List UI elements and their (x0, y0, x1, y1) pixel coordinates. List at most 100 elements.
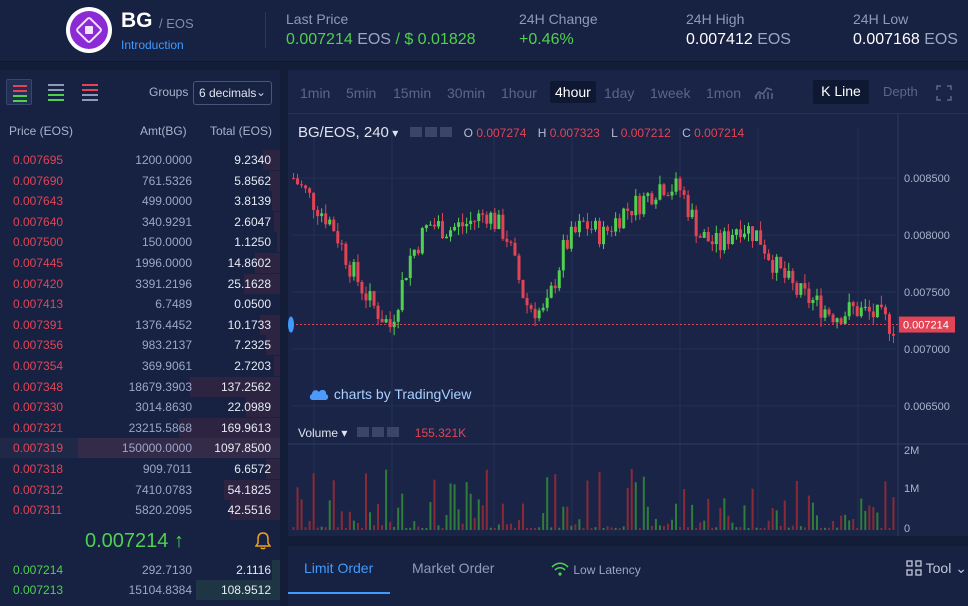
ask-row[interactable]: 0.007445 1996.0000 14.8602 (0, 253, 280, 273)
row-amount: 1200.0000 (135, 153, 192, 167)
candle-body (396, 310, 400, 322)
volume-bar (328, 500, 331, 530)
candle-body (614, 218, 618, 232)
ask-row[interactable]: 0.007330 3014.8630 22.0989 (0, 397, 280, 418)
bid-row[interactable]: 0.007213 15104.8384 108.9512 (0, 580, 280, 600)
ask-row[interactable]: 0.007640 340.9291 2.6047 (0, 211, 280, 232)
volume-bar (703, 520, 706, 530)
ask-row[interactable]: 0.007690 761.5326 5.8562 (0, 170, 280, 191)
row-amount: 150.0000 (141, 235, 192, 250)
timeframe-1day[interactable]: 1day (604, 85, 634, 101)
volume-bar (803, 527, 806, 530)
ask-row[interactable]: 0.007319 150000.0000 1097.8500 (0, 438, 280, 459)
row-amount: 983.2137 (141, 338, 192, 353)
candle-body (686, 194, 690, 218)
volume-bar (530, 527, 533, 530)
row-price: 0.007319 (13, 441, 64, 456)
ask-row[interactable]: 0.007391 1376.4452 10.1733 (0, 314, 280, 335)
fullscreen-icon[interactable] (936, 85, 952, 101)
candle-body (457, 222, 461, 227)
depth-bar (272, 191, 280, 212)
candle-body (815, 295, 819, 301)
volume-bar (888, 527, 891, 530)
volume-bar (505, 524, 508, 530)
tool-menu[interactable]: Tool ⌄ (906, 560, 967, 577)
introduction-link[interactable]: Introduction (121, 38, 184, 52)
candle-body (360, 281, 364, 294)
book-asks-only-icon[interactable] (76, 79, 102, 105)
volume-bar (433, 479, 436, 530)
settings-icon[interactable] (424, 127, 437, 137)
y-tick-label: 0.008000 (904, 230, 950, 242)
candle-body (296, 178, 300, 185)
bid-row[interactable]: 0.007214 292.7130 2.1116 (0, 560, 280, 580)
high-unit: EOS (757, 31, 791, 48)
groups-select[interactable]: 6 decimals ⌄ (193, 81, 272, 105)
candle-body (831, 314, 835, 323)
candle-body (662, 184, 666, 196)
row-price: 0.007318 (13, 462, 64, 476)
ask-row[interactable]: 0.007500 150.0000 1.1250 (0, 232, 280, 253)
candle-body (839, 318, 843, 324)
depth-bar (274, 356, 280, 376)
low-latency-toggle[interactable]: Low Latency (550, 562, 641, 577)
book-both-sides-icon[interactable] (6, 79, 32, 105)
candle-body (505, 238, 509, 242)
volume-bar (405, 527, 408, 530)
candle-body (734, 229, 738, 235)
timeframe-5min[interactable]: 5min (346, 85, 376, 101)
settings-icon[interactable] (372, 427, 385, 437)
timeframe-4hour[interactable]: 4hour (550, 81, 596, 103)
timeframe-15min[interactable]: 15min (393, 85, 431, 101)
close-icon[interactable] (440, 127, 453, 137)
ask-row[interactable]: 0.007643 499.0000 3.8139 (0, 191, 280, 212)
row-price: 0.007420 (13, 276, 64, 291)
eye-icon[interactable] (356, 427, 369, 437)
ask-row[interactable]: 0.007348 18679.3903 137.2562 (0, 376, 280, 397)
timeframe-1min[interactable]: 1min (300, 85, 330, 101)
close-icon[interactable] (387, 427, 400, 437)
depth-bar (272, 560, 280, 580)
row-price: 0.007213 (13, 583, 64, 597)
depth-tab[interactable]: Depth (883, 84, 918, 99)
volume-bar (457, 509, 460, 530)
ask-row[interactable]: 0.007354 369.9061 2.7203 (0, 356, 280, 376)
candle-body (473, 220, 477, 222)
volume-bar (795, 480, 798, 530)
volume-bar (771, 507, 774, 530)
candle-body (408, 255, 412, 279)
ask-row[interactable]: 0.007312 7410.0783 54.1825 (0, 479, 280, 500)
volume-bar (526, 527, 529, 530)
tab-limit-order[interactable]: Limit Order (304, 560, 373, 576)
chevron-down-icon[interactable]: ▾ (341, 426, 347, 440)
timeframe-1hour[interactable]: 1hour (501, 85, 537, 101)
timeframe-1week[interactable]: 1week (650, 85, 690, 101)
bell-icon[interactable] (255, 532, 271, 550)
candlestick-chart[interactable]: 0.008500 0.008000 0.007500 0.007000 0.006500… (288, 114, 968, 536)
ask-row[interactable]: 0.007321 23215.5868 169.9613 (0, 417, 280, 438)
volume-bar (618, 528, 621, 530)
chart-panel: 1min 5min 15min 30min 1hour 4hour 1day 1week 1mo… (288, 70, 968, 536)
tradingview-brand[interactable]: charts by TradingView (308, 386, 471, 402)
indicators-icon[interactable] (754, 84, 774, 100)
ask-row[interactable]: 0.007318 909.7011 6.6572 (0, 459, 280, 479)
ask-row[interactable]: 0.007420 3391.2196 25.1628 (0, 273, 280, 294)
candle-body (485, 214, 489, 224)
eye-icon[interactable] (409, 127, 422, 137)
chevron-down-icon[interactable]: ▾ (392, 126, 398, 140)
ask-row[interactable]: 0.007356 983.2137 7.2325 (0, 335, 280, 356)
timeframe-30min[interactable]: 30min (447, 85, 485, 101)
kline-tab[interactable]: K Line (813, 80, 869, 104)
ask-row[interactable]: 0.007695 1200.0000 9.2340 (0, 150, 280, 170)
volume-tick-label: 2M (904, 445, 919, 457)
timeframe-1mon[interactable]: 1mon (706, 85, 741, 101)
volume-bar (622, 526, 625, 530)
ask-row[interactable]: 0.007311 5820.2095 42.5516 (0, 500, 280, 521)
book-bids-only-icon[interactable] (42, 79, 68, 105)
candle-body (320, 213, 324, 217)
candle-body (416, 249, 420, 254)
tab-market-order[interactable]: Market Order (412, 560, 494, 576)
candle-body (682, 190, 686, 195)
ask-row[interactable]: 0.007413 6.7489 0.0500 (0, 294, 280, 314)
row-amount: 1376.4452 (135, 317, 192, 332)
